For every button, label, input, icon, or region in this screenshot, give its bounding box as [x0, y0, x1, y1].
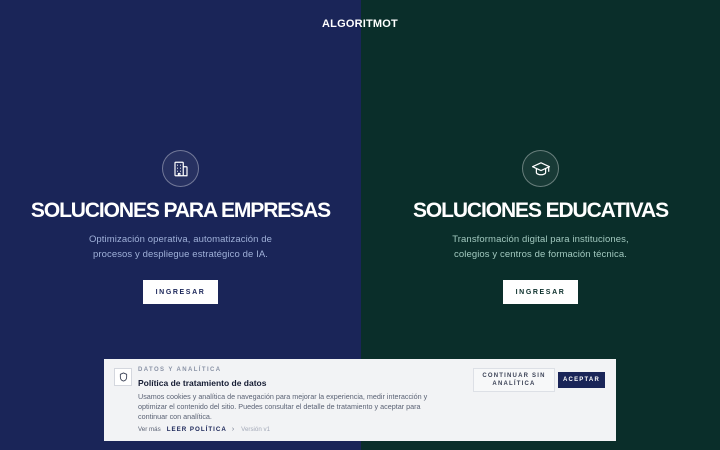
business-panel-content: SOLUCIONES PARA EMPRESAS Optimización op…	[0, 150, 361, 304]
education-title: SOLUCIONES EDUCATIVAS	[413, 199, 669, 222]
continue-without-analytics-button[interactable]: CONTINUAR SIN ANALÍTICA	[473, 368, 555, 392]
brand-logo[interactable]: ALGORITMOT	[0, 18, 720, 30]
read-policy-link[interactable]: LEER POLÍTICA	[167, 426, 227, 433]
education-panel-content: SOLUCIONES EDUCATIVAS Transformación dig…	[361, 150, 720, 304]
cookie-eyebrow: DATOS Y ANALÍTICA	[138, 367, 222, 373]
graduation-cap-icon	[522, 150, 559, 187]
business-enter-button[interactable]: INGRESAR	[143, 280, 218, 304]
cookie-links: Ver más LEER POLÍTICA › Versión v1	[138, 426, 270, 433]
business-title: SOLUCIONES PARA EMPRESAS	[30, 199, 331, 222]
cookie-title: Política de tratamiento de datos	[138, 378, 267, 388]
shield-icon	[114, 368, 132, 386]
education-enter-button[interactable]: INGRESAR	[503, 280, 578, 304]
accept-button[interactable]: ACEPTAR	[558, 372, 605, 388]
business-description: Optimización operativa, automatización d…	[88, 234, 273, 260]
building-icon	[162, 150, 199, 187]
see-more-label: Ver más	[138, 426, 161, 433]
cookie-body: Usamos cookies y analítica de navegación…	[138, 392, 428, 422]
cookie-banner: DATOS Y ANALÍTICA Política de tratamient…	[104, 359, 616, 441]
version-label: Versión v1	[241, 426, 271, 433]
education-description: Transformación digital para institucione…	[452, 234, 629, 260]
chevron-right-icon: ›	[231, 426, 235, 433]
